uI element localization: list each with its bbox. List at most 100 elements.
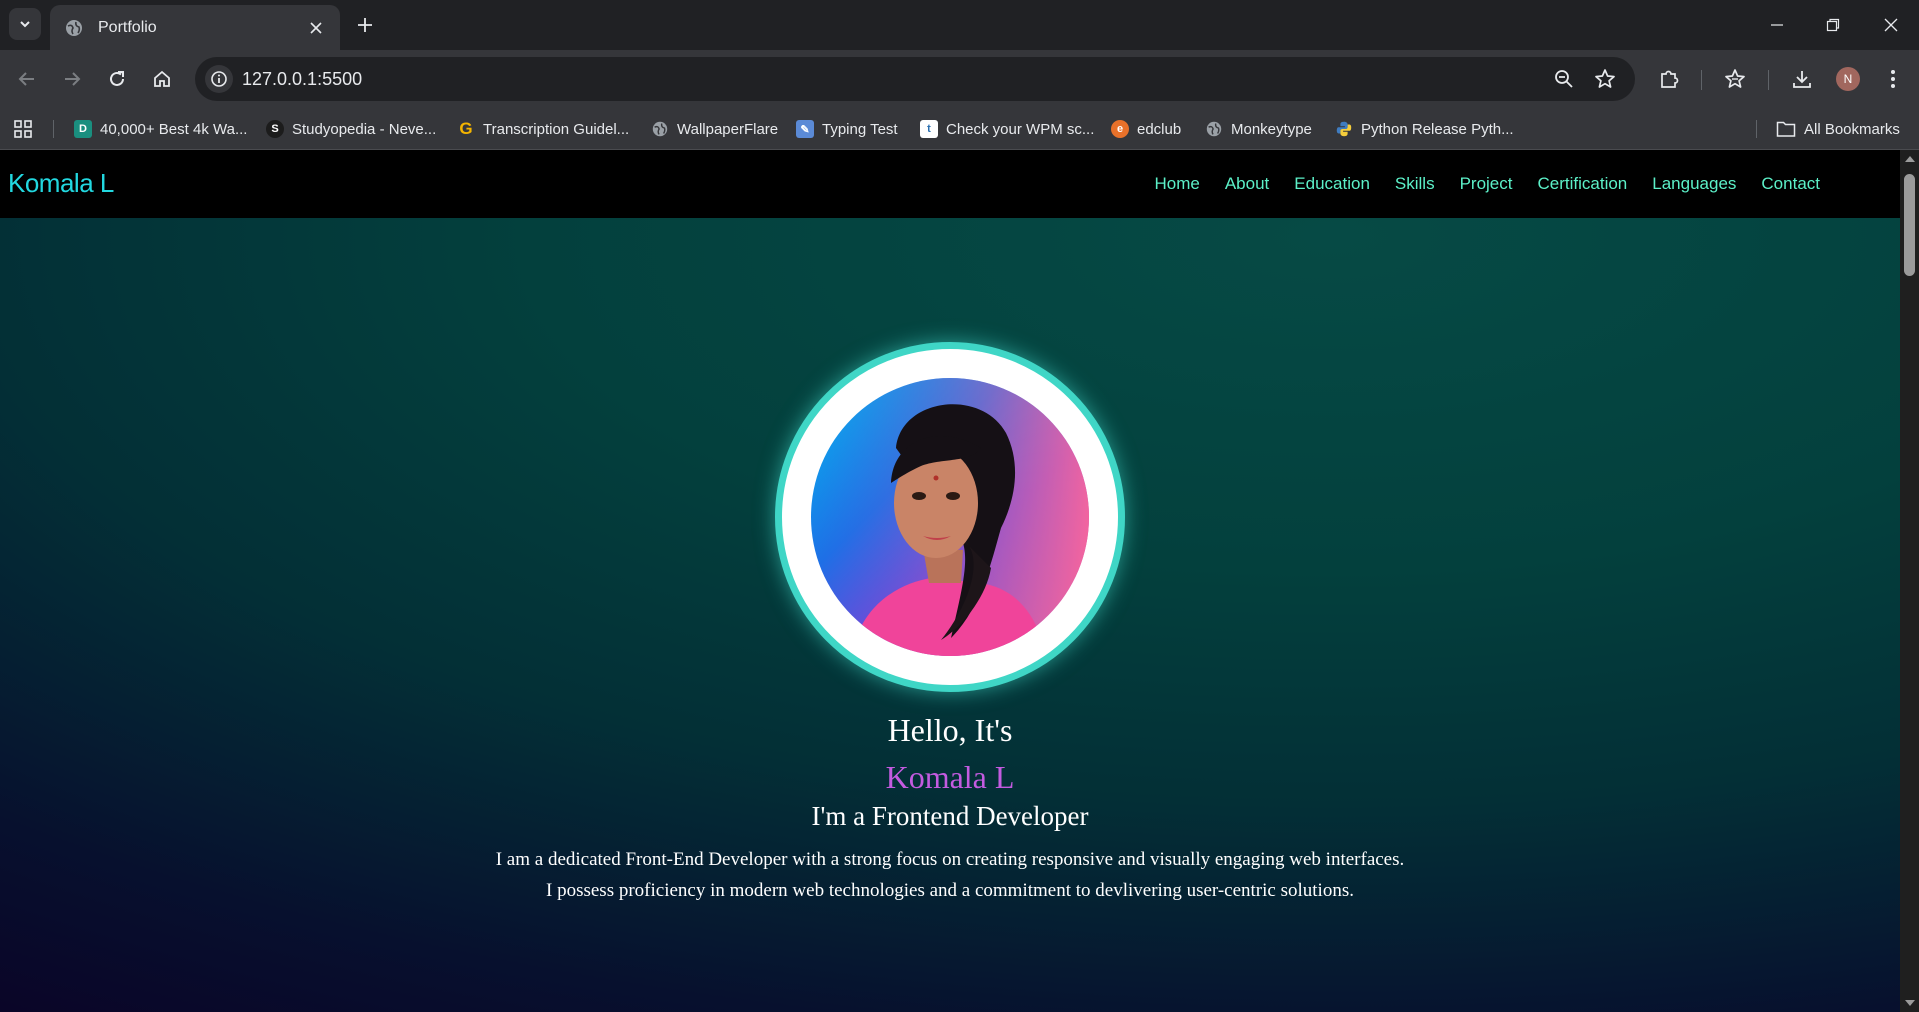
bookmark-item[interactable]: Python Release Pyth...	[1335, 117, 1514, 141]
more-vertical-icon	[1891, 70, 1895, 88]
bookmark-item[interactable]: WallpaperFlare	[651, 117, 778, 141]
bookmark-label: Check your WPM sc...	[946, 120, 1095, 138]
bookmarks-manager-button[interactable]	[1719, 63, 1751, 95]
nav-contact[interactable]: Contact	[1761, 174, 1820, 194]
site-logo[interactable]: Komala L	[8, 168, 114, 199]
bookmark-item[interactable]: D 40,000+ Best 4k Wa...	[74, 117, 247, 141]
plus-icon	[358, 18, 372, 32]
bookmarks-divider	[53, 120, 54, 138]
bookmark-item[interactable]: e edclub	[1111, 117, 1181, 141]
bookmark-item[interactable]: G Transcription Guidel...	[457, 117, 629, 141]
profile-photo-frame	[775, 342, 1125, 692]
restore-button[interactable]	[1805, 0, 1861, 50]
hero-greeting: Hello, It's	[887, 712, 1013, 748]
close-window-button[interactable]	[1863, 0, 1919, 50]
scroll-up-arrow-icon[interactable]	[1905, 156, 1915, 162]
scrollbar-thumb[interactable]	[1904, 174, 1915, 276]
arrow-right-icon	[65, 72, 81, 86]
forward-button[interactable]	[56, 63, 88, 95]
nav-home[interactable]: Home	[1154, 174, 1199, 194]
browser-tab[interactable]: Portfolio	[50, 5, 340, 50]
folder-icon	[1776, 121, 1796, 137]
apps-grid-icon	[14, 120, 32, 138]
zoom-button[interactable]	[1552, 67, 1576, 91]
toolbar-divider	[1768, 70, 1769, 90]
edclub-icon: e	[1111, 120, 1129, 138]
zoom-icon	[1555, 70, 1573, 88]
back-button[interactable]	[11, 63, 43, 95]
puzzle-icon	[1661, 70, 1679, 88]
hero-role: I'm a Frontend Developer	[811, 801, 1089, 831]
url-text[interactable]: 127.0.0.1:5500	[242, 69, 362, 90]
nav-education[interactable]: Education	[1294, 174, 1370, 194]
tab-close-button[interactable]	[306, 18, 326, 38]
bookmark-label: Transcription Guidel...	[483, 120, 630, 138]
profile-photo	[811, 378, 1089, 656]
hero-description-line: I possess proficiency in modern web tech…	[546, 880, 1354, 901]
reload-icon	[110, 71, 124, 86]
toolbar-divider	[1701, 70, 1702, 90]
typing-test-icon: ✎	[796, 120, 814, 138]
close-icon	[310, 21, 322, 34]
chevron-down-icon	[20, 21, 30, 28]
wallhaven-icon: D	[74, 120, 92, 138]
g-logo-icon: G	[459, 119, 473, 138]
download-icon	[1793, 71, 1811, 88]
bookmark-star-button[interactable]	[1593, 67, 1617, 91]
page-viewport: Komala L Home About Education Skills Pro…	[0, 150, 1919, 1012]
hero-description: I am a dedicated Front-End Developer wit…	[0, 844, 1900, 906]
bookmark-label: Python Release Pyth...	[1361, 120, 1514, 138]
bookmark-label: Monkeytype	[1231, 120, 1312, 138]
bookmark-item[interactable]: S Studyopedia - Neve...	[266, 117, 436, 141]
bookmark-label: Studyopedia - Neve...	[292, 120, 437, 138]
scroll-down-arrow-icon[interactable]	[1905, 1000, 1915, 1006]
site-info-button[interactable]	[205, 65, 233, 93]
downloads-button[interactable]	[1786, 63, 1818, 95]
hero-description-line: I am a dedicated Front-End Developer wit…	[495, 849, 1405, 870]
close-icon	[1884, 18, 1898, 32]
bookmark-label: edclub	[1137, 120, 1182, 138]
star-list-icon	[1725, 69, 1745, 88]
bookmark-label: Typing Test	[822, 120, 898, 138]
bookmarks-bar: D 40,000+ Best 4k Wa... S Studyopedia - …	[0, 108, 1919, 150]
nav-certification[interactable]: Certification	[1538, 174, 1628, 194]
nav-about[interactable]: About	[1225, 174, 1269, 194]
python-icon	[1336, 121, 1352, 137]
arrow-left-icon	[18, 72, 34, 86]
nav-project[interactable]: Project	[1460, 174, 1513, 194]
reload-button[interactable]	[101, 63, 133, 95]
bookmark-label: 40,000+ Best 4k Wa...	[100, 120, 248, 138]
minimize-button[interactable]	[1749, 0, 1805, 50]
bookmark-item[interactable]: Monkeytype	[1205, 117, 1312, 141]
bookmark-item[interactable]: ✎ Typing Test	[796, 117, 898, 141]
extensions-button[interactable]	[1653, 63, 1685, 95]
globe-icon	[1206, 121, 1222, 137]
tab-search-button[interactable]	[9, 8, 41, 40]
page-scrollbar[interactable]	[1900, 150, 1919, 1012]
new-tab-button[interactable]	[351, 11, 379, 39]
nav-languages[interactable]: Languages	[1652, 174, 1736, 194]
star-icon	[1595, 69, 1615, 88]
profile-avatar[interactable]: N	[1836, 67, 1860, 91]
restore-icon	[1826, 18, 1840, 32]
browser-toolbar: 127.0.0.1:5500 N	[0, 50, 1919, 108]
studyopedia-icon: S	[266, 120, 284, 138]
minimize-icon	[1771, 24, 1783, 26]
t-logo-icon: t	[920, 120, 938, 138]
bookmark-label: WallpaperFlare	[677, 120, 779, 138]
address-bar[interactable]: 127.0.0.1:5500	[195, 57, 1635, 101]
nav-skills[interactable]: Skills	[1395, 174, 1435, 194]
apps-button[interactable]	[13, 117, 33, 141]
bookmarks-divider	[1756, 120, 1757, 138]
home-icon	[154, 70, 170, 87]
portfolio-page: Komala L Home About Education Skills Pro…	[0, 150, 1900, 1012]
tab-title: Portfolio	[98, 18, 157, 36]
bookmark-item[interactable]: t Check your WPM sc...	[920, 117, 1094, 141]
browser-menu-button[interactable]	[1877, 63, 1909, 95]
all-bookmarks-button[interactable]: All Bookmarks	[1776, 117, 1900, 141]
hero-name: Komala L	[885, 759, 1015, 795]
globe-icon	[66, 19, 82, 36]
tab-strip: Portfolio	[0, 0, 1919, 50]
home-button[interactable]	[146, 63, 178, 95]
nav-links: Home About Education Skills Project Cert…	[1154, 174, 1820, 194]
